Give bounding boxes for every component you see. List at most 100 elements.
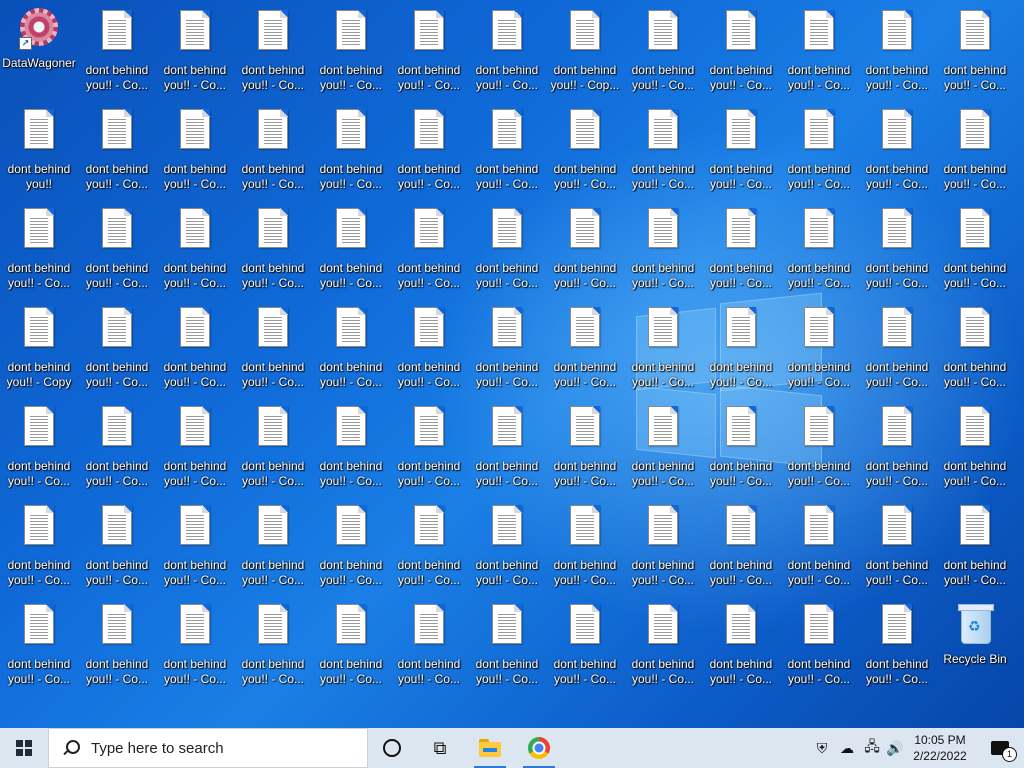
text-file[interactable]: dont behind you!! - Co... — [470, 503, 544, 597]
text-file[interactable]: dont behind you!! - Co... — [626, 206, 700, 300]
text-file[interactable]: dont behind you!! - Co... — [470, 8, 544, 102]
text-file[interactable]: dont behind you!! - Co... — [938, 107, 1012, 201]
text-file[interactable]: dont behind you!! - Co... — [392, 107, 466, 201]
text-file[interactable]: dont behind you!! - Co... — [314, 404, 388, 498]
text-file[interactable]: dont behind you!! - Co... — [470, 404, 544, 498]
text-file[interactable]: dont behind you!! - Copy — [2, 305, 76, 399]
volume-tray-button[interactable]: 🔊 — [883, 728, 907, 768]
text-file[interactable]: dont behind you!! - Co... — [236, 404, 310, 498]
text-file[interactable]: dont behind you!! - Co... — [392, 206, 466, 300]
text-file[interactable]: dont behind you!! - Co... — [704, 404, 778, 498]
text-file[interactable]: dont behind you!! - Co... — [704, 602, 778, 696]
text-file[interactable]: dont behind you!! - Co... — [782, 107, 856, 201]
text-file[interactable]: dont behind you!! - Co... — [314, 206, 388, 300]
chrome-button[interactable] — [519, 728, 559, 768]
text-file[interactable]: dont behind you!! - Co... — [860, 206, 934, 300]
text-file[interactable]: dont behind you!! - Co... — [236, 503, 310, 597]
text-file[interactable]: dont behind you!! - Co... — [626, 602, 700, 696]
text-file[interactable]: dont behind you!! - Co... — [938, 404, 1012, 498]
text-file[interactable]: dont behind you!! - Co... — [626, 8, 700, 102]
cortana-button[interactable] — [372, 728, 412, 768]
clock[interactable]: 10:05 PM 2/22/2022 — [905, 728, 975, 768]
text-file[interactable]: dont behind you!! - Co... — [548, 602, 622, 696]
text-file[interactable]: dont behind you!! - Co... — [548, 107, 622, 201]
search-box[interactable]: Type here to search — [48, 728, 368, 768]
text-file[interactable]: dont behind you!! - Co... — [938, 503, 1012, 597]
text-file[interactable]: dont behind you!! - Co... — [80, 305, 154, 399]
text-file[interactable]: dont behind you!! - Co... — [860, 602, 934, 696]
text-file[interactable]: dont behind you!! - Co... — [80, 602, 154, 696]
text-file[interactable]: dont behind you!! - Co... — [158, 8, 232, 102]
text-file[interactable]: dont behind you!! - Co... — [158, 503, 232, 597]
text-file[interactable]: dont behind you!! - Co... — [626, 107, 700, 201]
start-button[interactable] — [0, 728, 48, 768]
text-file[interactable]: dont behind you!! - Co... — [2, 602, 76, 696]
text-file[interactable]: dont behind you!! - Co... — [2, 206, 76, 300]
text-file[interactable]: dont behind you!! - Co... — [626, 503, 700, 597]
text-file[interactable]: dont behind you!! - Co... — [704, 206, 778, 300]
text-file[interactable]: dont behind you!! - Co... — [470, 206, 544, 300]
datawagoner-shortcut[interactable]: ↗ DataWagoner — [2, 8, 76, 102]
text-file[interactable]: dont behind you!! - Cop... — [548, 8, 622, 102]
text-file[interactable]: dont behind you!! - Co... — [392, 503, 466, 597]
text-file[interactable]: dont behind you!! - Co... — [548, 404, 622, 498]
text-file[interactable]: dont behind you!! - Co... — [704, 107, 778, 201]
text-file[interactable]: dont behind you!! - Co... — [80, 206, 154, 300]
text-file[interactable]: dont behind you!! - Co... — [470, 107, 544, 201]
text-file[interactable]: dont behind you!! - Co... — [2, 404, 76, 498]
onedrive-tray-button[interactable]: ☁ — [835, 728, 859, 768]
text-file[interactable]: dont behind you!! - Co... — [782, 305, 856, 399]
text-file[interactable]: dont behind you!! - Co... — [704, 8, 778, 102]
text-file[interactable]: dont behind you!! - Co... — [860, 8, 934, 102]
text-file[interactable]: dont behind you!! - Co... — [938, 206, 1012, 300]
text-file[interactable]: dont behind you!! - Co... — [392, 305, 466, 399]
text-file[interactable]: dont behind you!! - Co... — [158, 602, 232, 696]
task-view-button[interactable]: ⧉ — [420, 728, 460, 768]
text-file[interactable]: dont behind you!! - Co... — [80, 404, 154, 498]
network-tray-button[interactable]: 🖧 — [860, 728, 884, 768]
text-file[interactable]: dont behind you!! - Co... — [2, 503, 76, 597]
text-file[interactable]: dont behind you!! - Co... — [236, 107, 310, 201]
text-file[interactable]: dont behind you!! - Co... — [938, 305, 1012, 399]
text-file[interactable]: dont behind you!! - Co... — [158, 305, 232, 399]
text-file[interactable]: dont behind you!! - Co... — [80, 8, 154, 102]
text-file[interactable]: dont behind you!! - Co... — [158, 206, 232, 300]
text-file[interactable]: dont behind you!! - Co... — [782, 602, 856, 696]
text-file[interactable]: dont behind you!! - Co... — [80, 503, 154, 597]
text-file[interactable]: dont behind you!! - Co... — [314, 107, 388, 201]
text-file[interactable]: dont behind you!! - Co... — [548, 503, 622, 597]
text-file[interactable]: dont behind you!! - Co... — [236, 206, 310, 300]
text-file[interactable]: dont behind you!! - Co... — [392, 8, 466, 102]
text-file[interactable]: dont behind you!! - Co... — [392, 404, 466, 498]
text-file[interactable]: dont behind you!! - Co... — [860, 107, 934, 201]
text-file[interactable]: dont behind you!! - Co... — [236, 602, 310, 696]
text-file[interactable]: dont behind you!! - Co... — [860, 305, 934, 399]
file-explorer-button[interactable] — [470, 728, 510, 768]
text-file[interactable]: dont behind you!! - Co... — [704, 503, 778, 597]
text-file[interactable]: dont behind you!! - Co... — [626, 404, 700, 498]
action-center-button[interactable]: 1 — [980, 728, 1020, 768]
text-file[interactable]: dont behind you!! - Co... — [860, 404, 934, 498]
text-file[interactable]: dont behind you!! - Co... — [782, 8, 856, 102]
text-file[interactable]: dont behind you!! - Co... — [860, 503, 934, 597]
text-file[interactable]: dont behind you!! - Co... — [470, 305, 544, 399]
security-tray-button[interactable]: ⛨ — [810, 728, 834, 768]
text-file[interactable]: dont behind you!! - Co... — [782, 404, 856, 498]
text-file[interactable]: dont behind you!! - Co... — [314, 503, 388, 597]
text-file[interactable]: dont behind you!! - Co... — [704, 305, 778, 399]
text-file[interactable]: dont behind you!! - Co... — [782, 503, 856, 597]
text-file[interactable]: dont behind you!! - Co... — [314, 8, 388, 102]
text-file[interactable]: dont behind you!! - Co... — [392, 602, 466, 696]
text-file[interactable]: dont behind you!! - Co... — [314, 305, 388, 399]
text-file[interactable]: dont behind you!! - Co... — [548, 305, 622, 399]
text-file[interactable]: dont behind you!! - Co... — [548, 206, 622, 300]
text-file[interactable]: dont behind you!! - Co... — [314, 602, 388, 696]
text-file[interactable]: dont behind you!! - Co... — [938, 8, 1012, 102]
text-file[interactable]: dont behind you!! - Co... — [236, 8, 310, 102]
text-file[interactable]: dont behind you!! - Co... — [470, 602, 544, 696]
text-file[interactable]: dont behind you!! - Co... — [80, 107, 154, 201]
text-file[interactable]: dont behind you!! - Co... — [626, 305, 700, 399]
recycle-bin[interactable]: ♻ Recycle Bin — [938, 602, 1012, 696]
text-file[interactable]: dont behind you!! — [2, 107, 76, 201]
desktop[interactable]: ↗ DataWagoner dont behind you!! - Co... dont… — [0, 0, 1024, 728]
